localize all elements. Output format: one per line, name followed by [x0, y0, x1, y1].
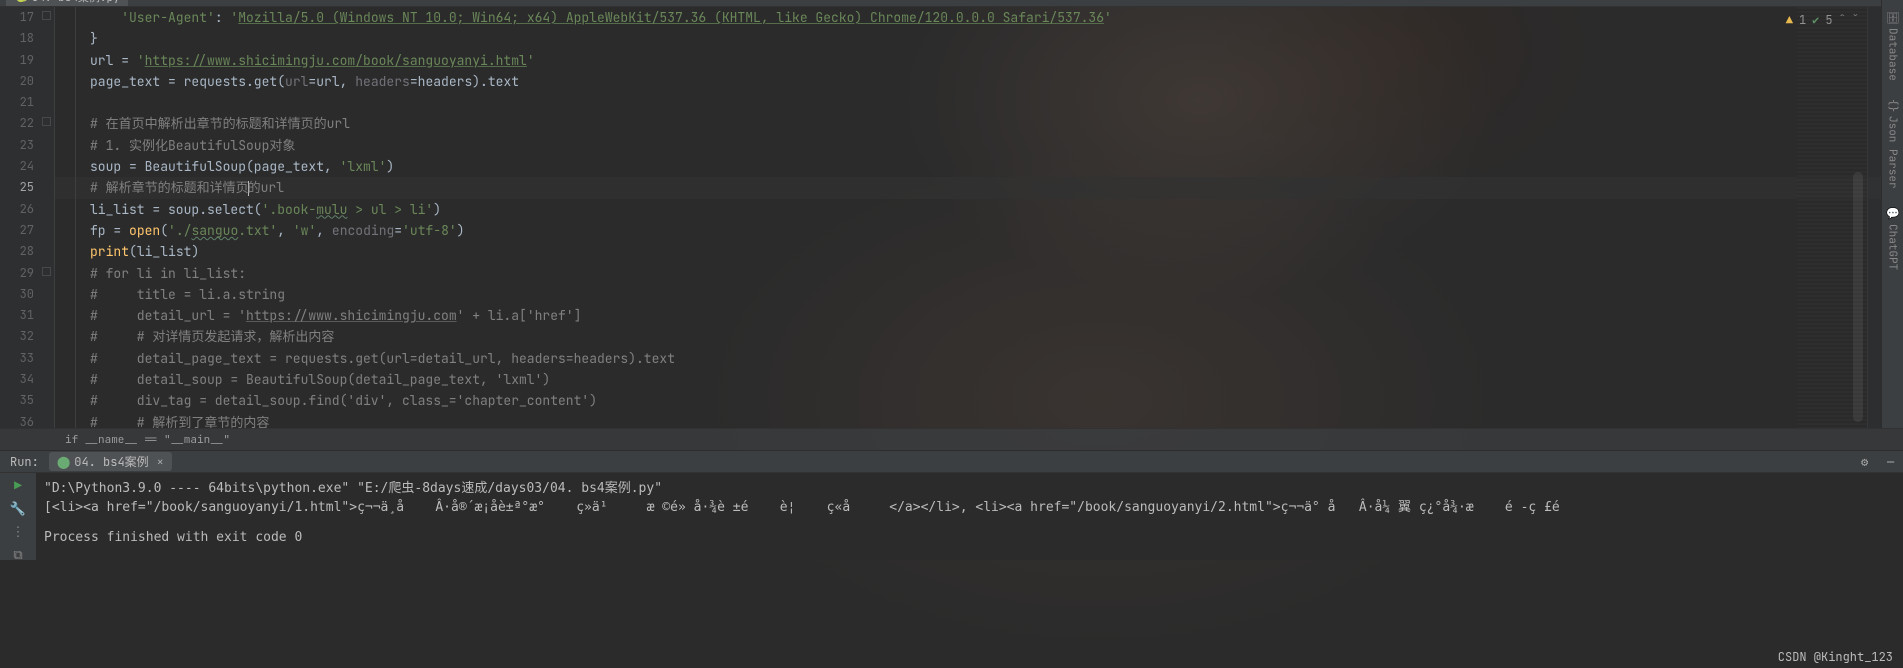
line-number: 25: [0, 177, 54, 198]
line-gutter: 1718192021222324252627282930313233343536: [0, 7, 55, 428]
rerun-icon[interactable]: ▶: [14, 477, 22, 494]
code-line[interactable]: # 1. 实例化BeautifulSoup对象: [55, 135, 1903, 156]
line-number: 17: [0, 7, 54, 28]
breadcrumb-item[interactable]: if __name__ == "__main__": [65, 433, 230, 447]
line-number: 18: [0, 28, 54, 49]
line-number: 29: [0, 263, 54, 284]
line-number: 35: [0, 390, 54, 411]
code-line[interactable]: url = 'https://www.shicimingju.com/book/…: [55, 50, 1903, 71]
line-number: 20: [0, 71, 54, 92]
code-line[interactable]: # detail_page_text = requests.get(url=de…: [55, 348, 1903, 369]
line-number: 36: [0, 412, 54, 433]
run-config-tab[interactable]: ⬤ 04. bs4案例 ×: [49, 452, 172, 471]
run-config-name: 04. bs4案例: [74, 453, 148, 470]
line-number: 32: [0, 326, 54, 347]
code-line[interactable]: # for li in li_list:: [55, 263, 1903, 284]
output-line: Process finished with exit code 0: [44, 530, 302, 545]
breadcrumb[interactable]: if __name__ == "__main__": [0, 428, 1903, 450]
code-line[interactable]: # detail_url = 'https://www.shicimingju.…: [55, 305, 1903, 326]
database-tool[interactable]: 🗄 Database: [1882, 10, 1903, 81]
status-bar: CSDN @Kinght_123: [0, 646, 1903, 668]
code-line[interactable]: [55, 92, 1903, 113]
code-line[interactable]: # detail_soup = BeautifulSoup(detail_pag…: [55, 369, 1903, 390]
code-line[interactable]: # div_tag = detail_soup.find('div', clas…: [55, 390, 1903, 411]
line-number: 28: [0, 241, 54, 262]
output-line: "D:\Python3.9.0 ---- 64bits\python.exe" …: [44, 481, 662, 496]
code-line[interactable]: # 在首页中解析出章节的标题和详情页的url: [55, 113, 1903, 134]
code-line[interactable]: li_list = soup.select('.book-mulu > ul >…: [55, 199, 1903, 220]
line-number: 31: [0, 305, 54, 326]
line-number: 23: [0, 135, 54, 156]
layout-icon[interactable]: ⧉: [13, 546, 22, 563]
line-number: 34: [0, 369, 54, 390]
code-line[interactable]: # 解析章节的标题和详情页的url: [55, 177, 1903, 198]
minimap[interactable]: [1797, 7, 1867, 428]
code-line[interactable]: # # 解析到了章节的内容: [55, 412, 1903, 428]
code-line[interactable]: print(li_list): [55, 241, 1903, 262]
line-number: 22: [0, 113, 54, 134]
python-icon: 🐍: [14, 0, 28, 4]
warning-icon[interactable]: ▲: [1786, 12, 1793, 28]
code-line[interactable]: 'User-Agent': 'Mozilla/5.0 (Windows NT 1…: [55, 7, 1903, 28]
tab-label: 04. bs4案例.py: [32, 0, 120, 5]
line-number: 33: [0, 348, 54, 369]
settings-icon[interactable]: ⚙: [1861, 454, 1877, 470]
line-number: 24: [0, 156, 54, 177]
json-parser-tool[interactable]: {} Json Parser: [1882, 99, 1903, 189]
run-tool-window: ▶ 🔧 ⋮ ⧉ "D:\Python3.9.0 ---- 64bits\pyth…: [0, 472, 1903, 560]
code-editor[interactable]: 1718192021222324252627282930313233343536…: [0, 7, 1903, 428]
run-tool-header: Run: ⬤ 04. bs4案例 × ⚙ —: [0, 450, 1903, 472]
python-icon: ⬤: [57, 454, 70, 470]
line-number: 21: [0, 92, 54, 113]
chatgpt-tool[interactable]: 💬 ChatGPT: [1882, 207, 1903, 271]
run-label: Run:: [10, 454, 39, 470]
line-number: 27: [0, 220, 54, 241]
run-toolbar: ▶ 🔧 ⋮ ⧉: [0, 473, 36, 560]
code-area[interactable]: 'User-Agent': 'Mozilla/5.0 (Windows NT 1…: [55, 7, 1903, 428]
code-line[interactable]: soup = BeautifulSoup(page_text, 'lxml'): [55, 156, 1903, 177]
stop-icon[interactable]: 🔧: [10, 500, 26, 517]
code-line[interactable]: fp = open('./sanguo.txt', 'w', encoding=…: [55, 220, 1903, 241]
minimize-icon[interactable]: —: [1887, 454, 1903, 470]
code-line[interactable]: # title = li.a.string: [55, 284, 1903, 305]
line-number: 26: [0, 199, 54, 220]
editor-tabs: 🐍 04. bs4案例.py: [0, 0, 1903, 7]
more-icon[interactable]: ⋮: [12, 523, 25, 540]
output-line: [<li><a href="/book/sanguoyanyi/1.html">…: [44, 500, 1560, 515]
code-line[interactable]: }: [55, 28, 1903, 49]
code-line[interactable]: page_text = requests.get(url=url, header…: [55, 71, 1903, 92]
file-tab[interactable]: 🐍 04. bs4案例.py: [6, 0, 128, 6]
console-output[interactable]: "D:\Python3.9.0 ---- 64bits\python.exe" …: [36, 473, 1903, 560]
code-line[interactable]: # # 对详情页发起请求，解析出内容: [55, 326, 1903, 347]
line-number: 30: [0, 284, 54, 305]
right-tool-windows: 🗄 Database {} Json Parser 💬 ChatGPT: [1881, 0, 1903, 428]
line-number: 19: [0, 50, 54, 71]
watermark: CSDN @Kinght_123: [1778, 649, 1893, 665]
close-icon[interactable]: ×: [157, 454, 164, 470]
